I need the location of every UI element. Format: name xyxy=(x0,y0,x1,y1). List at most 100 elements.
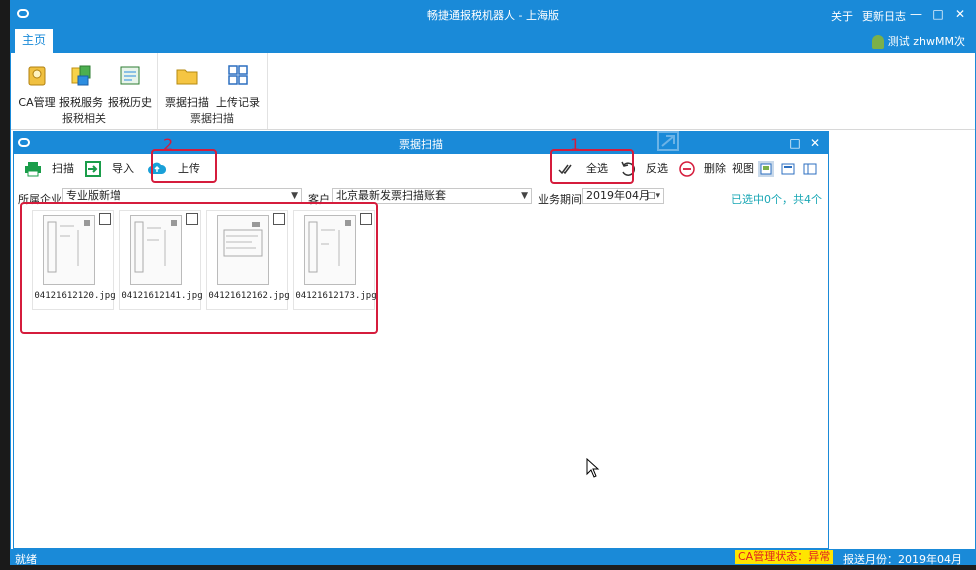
client-select[interactable]: 北京最新发票扫描账套 ▼ xyxy=(332,188,532,204)
ribbon-group-tax: CA管理 报税服务 报税历史 报税相关 xyxy=(11,53,158,129)
scan-toolbar: 扫描 导入 上传 全选 反选 删除 视图 xyxy=(14,154,828,184)
status-bar: 就绪 CA管理状态：异常 报送月份：2019年04月 xyxy=(11,549,975,566)
file-name: 04121612141.jpg xyxy=(121,291,203,301)
app-window: 畅捷通报税机器人 - 上海版 关于 更新日志 — □ ✕ 主页 测试 zhwMM… xyxy=(10,0,976,566)
close-icon[interactable]: ✕ xyxy=(951,6,969,22)
title-bar: 畅捷通报税机器人 - 上海版 关于 更新日志 — □ ✕ xyxy=(11,1,975,29)
receipt-scan-label: 票据扫描 xyxy=(165,96,209,109)
calendar-dropdown-icon: □▾ xyxy=(646,191,660,201)
tax-history-label: 报税历史 xyxy=(108,96,152,109)
right-panel xyxy=(829,130,975,550)
file-checkbox[interactable] xyxy=(99,213,111,225)
annotation-number-2: 2 xyxy=(163,135,174,154)
thumbnails-icon xyxy=(760,163,772,175)
double-check-icon xyxy=(558,164,572,175)
ca-manage-label: CA管理 xyxy=(18,96,56,109)
ca-status-badge: CA管理状态：异常 xyxy=(735,550,834,564)
scan-window-close-icon[interactable]: ✕ xyxy=(806,135,824,151)
scan-window-title-bar: 票据扫描 □ ✕ xyxy=(14,132,828,154)
client-value: 北京最新发票扫描账套 xyxy=(336,189,446,202)
mouse-cursor-icon xyxy=(586,458,600,478)
watermark-arrow-icon xyxy=(657,131,679,151)
file-checkbox[interactable] xyxy=(186,213,198,225)
upload-records-button[interactable]: 上传记录 xyxy=(215,63,261,110)
view-detail-button[interactable] xyxy=(802,161,818,177)
upload-label: 上传 xyxy=(178,162,200,175)
filter-bar: 所属企业 专业版新增 ▼ 客户 北京最新发票扫描账套 ▼ 业务期间 2019年0… xyxy=(14,187,828,207)
tax-history-button[interactable]: 报税历史 xyxy=(108,63,152,110)
scan-window-maximize-icon[interactable]: □ xyxy=(786,135,804,151)
period-label: 业务期间 xyxy=(538,193,582,206)
ca-manage-button[interactable]: CA管理 xyxy=(17,63,57,110)
delete-button[interactable]: 删除 xyxy=(678,159,728,179)
ribbon-tabs: 主页 测试 zhwMM次 xyxy=(11,29,975,53)
changelog-link[interactable]: 更新日志 xyxy=(862,8,906,24)
upload-button[interactable]: 上传 xyxy=(148,159,204,179)
invert-arrow-icon xyxy=(621,161,636,176)
ribbon-panel: CA管理 报税服务 报税历史 报税相关 票据扫描 上传记录 票据扫描 xyxy=(11,53,975,130)
file-name: 04121612162.jpg xyxy=(208,291,290,301)
grid-list-icon xyxy=(228,65,248,85)
company-value: 专业版新增 xyxy=(66,189,121,202)
status-ready: 就绪 xyxy=(15,553,37,566)
receipt-scan-button[interactable]: 票据扫描 xyxy=(165,63,209,110)
invert-selection-button[interactable]: 反选 xyxy=(620,159,674,179)
scan-label: 扫描 xyxy=(52,162,74,175)
selection-count: 已选中0个，共4个 xyxy=(731,193,822,206)
user-info[interactable]: 测试 zhwMM次 xyxy=(871,33,965,49)
desktop-edge xyxy=(0,0,10,570)
report-period: 报送月份：2019年04月 xyxy=(843,553,962,566)
minimize-icon[interactable]: — xyxy=(907,6,925,22)
list-view-icon xyxy=(781,163,795,175)
ribbon-group-scan-name: 票据扫描 xyxy=(190,112,234,125)
tab-home[interactable]: 主页 xyxy=(15,29,53,53)
thumbnail-gallery: 04121612120.jpg 04121612141.jpg 04121612… xyxy=(18,210,824,320)
detail-view-icon xyxy=(803,163,817,175)
cloud-upload-icon xyxy=(148,162,166,174)
chevron-down-icon: ▼ xyxy=(291,191,298,201)
period-picker[interactable]: 2019年04月 □▾ xyxy=(582,188,664,204)
scan-window-title: 票据扫描 xyxy=(399,138,443,151)
ca-manage-icon xyxy=(28,66,46,86)
maximize-icon[interactable]: □ xyxy=(929,6,947,22)
file-checkbox[interactable] xyxy=(360,213,372,225)
view-list-button[interactable] xyxy=(780,161,796,177)
annotation-number-1: 1 xyxy=(570,135,581,154)
file-thumbnail[interactable]: 04121612141.jpg xyxy=(119,210,203,310)
receipt-image xyxy=(130,215,182,285)
user-name: 测试 zhwMM次 xyxy=(887,35,965,48)
tax-service-button[interactable]: 报税服务 xyxy=(59,63,103,110)
file-thumbnail[interactable]: 04121612120.jpg xyxy=(32,210,116,310)
company-label: 所属企业 xyxy=(18,193,62,206)
upload-records-label: 上传记录 xyxy=(216,96,260,109)
select-all-button[interactable]: 全选 xyxy=(558,159,614,179)
file-name: 04121612173.jpg xyxy=(295,291,377,301)
import-button[interactable]: 导入 xyxy=(84,159,134,179)
delete-label: 删除 xyxy=(704,162,726,175)
receipt-image xyxy=(43,215,95,285)
scan-window: 票据扫描 □ ✕ 扫描 导入 上传 全选 反选 删除 视图 所属企业 专业版新增… xyxy=(13,131,829,549)
printer-icon xyxy=(25,162,41,177)
view-label: 视图 xyxy=(732,162,754,175)
file-name: 04121612120.jpg xyxy=(34,291,116,301)
ribbon-group-tax-name: 报税相关 xyxy=(62,112,106,125)
folder-icon xyxy=(176,69,198,85)
file-thumbnail[interactable]: 04121612162.jpg xyxy=(206,210,290,310)
ribbon-group-scan: 票据扫描 上传记录 票据扫描 xyxy=(157,53,268,129)
receipt-image xyxy=(217,215,269,285)
view-thumbnails-button[interactable] xyxy=(758,161,774,177)
client-label: 客户 xyxy=(308,193,330,206)
about-link[interactable]: 关于 xyxy=(831,8,853,24)
minus-circle-icon xyxy=(679,161,695,177)
invert-label: 反选 xyxy=(646,162,668,175)
file-checkbox[interactable] xyxy=(273,213,285,225)
tax-service-icon xyxy=(71,65,91,86)
user-avatar-icon xyxy=(871,35,884,49)
import-icon xyxy=(85,161,101,177)
import-label: 导入 xyxy=(112,162,134,175)
file-thumbnail[interactable]: 04121612173.jpg xyxy=(293,210,377,310)
chevron-down-icon: ▼ xyxy=(521,191,528,201)
company-select[interactable]: 专业版新增 ▼ xyxy=(62,188,302,204)
scan-button[interactable]: 扫描 xyxy=(24,159,84,179)
period-value: 2019年04月 xyxy=(586,189,650,202)
